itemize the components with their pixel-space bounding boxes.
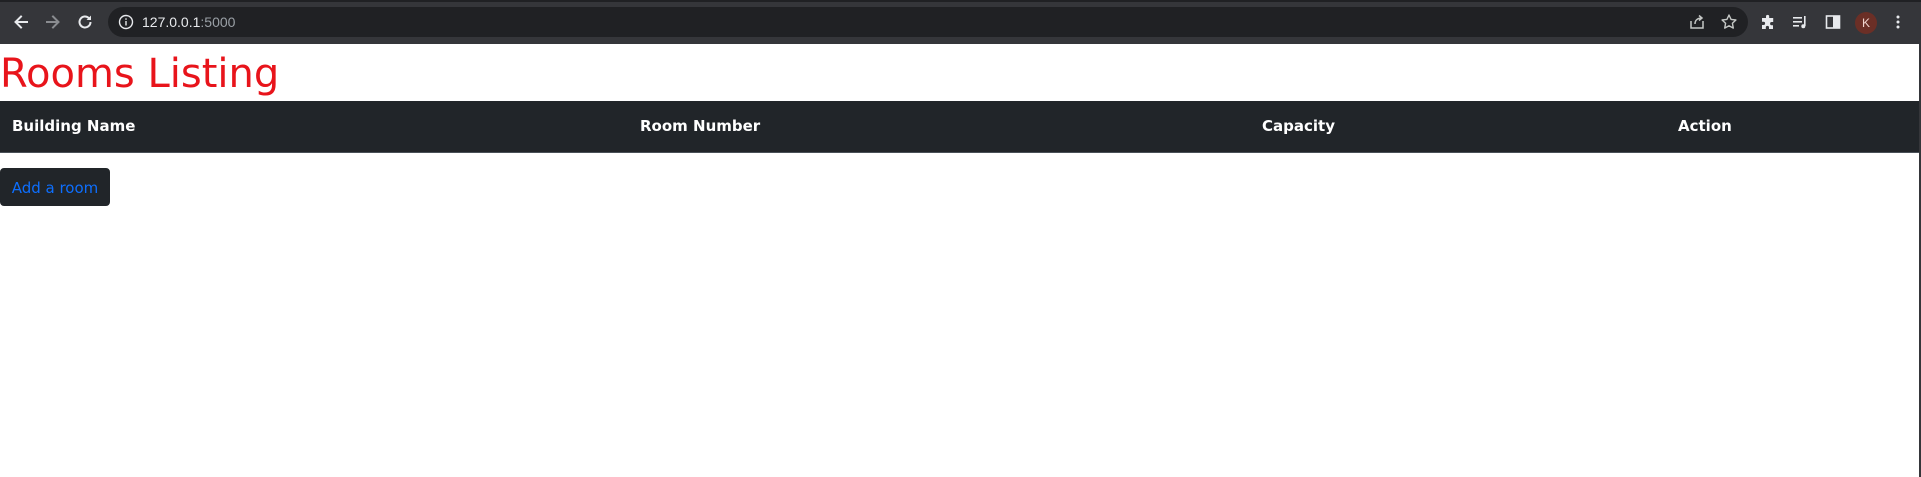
address-bar[interactable]: 127.0.0.1:5000 (108, 7, 1748, 37)
puzzle-icon[interactable] (1758, 12, 1778, 32)
forward-button[interactable] (40, 9, 66, 35)
url-text[interactable]: 127.0.0.1:5000 (142, 13, 235, 31)
profile-avatar[interactable]: K (1855, 12, 1877, 34)
rooms-table: Building Name Room Number Capacity Actio… (0, 101, 1919, 153)
table-header: Building Name Room Number Capacity Actio… (0, 101, 1919, 153)
reload-icon (78, 15, 92, 29)
star-icon[interactable] (1719, 12, 1739, 32)
arrow-left-icon (14, 15, 28, 29)
column-header-room-number: Room Number (628, 101, 1250, 153)
column-header-capacity: Capacity (1250, 101, 1666, 153)
reload-button[interactable] (72, 9, 98, 35)
column-header-building-name: Building Name (0, 101, 628, 153)
media-queue-icon[interactable] (1790, 12, 1810, 32)
tab-strip (0, 0, 1921, 2)
add-room-button[interactable]: Add a room (0, 168, 110, 206)
arrow-right-icon (46, 15, 60, 29)
browser-toolbar: 127.0.0.1:5000 K (0, 0, 1921, 44)
url-port: :5000 (200, 14, 236, 30)
share-icon[interactable] (1687, 12, 1707, 32)
side-panel-icon[interactable] (1823, 12, 1843, 32)
page-title: Rooms Listing (0, 51, 280, 97)
back-button[interactable] (8, 9, 34, 35)
column-header-action: Action (1666, 101, 1919, 153)
table-header-row: Building Name Room Number Capacity Actio… (0, 101, 1919, 153)
kebab-menu-icon[interactable] (1888, 12, 1908, 32)
url-host: 127.0.0.1 (142, 14, 201, 30)
page-content: Rooms Listing Building Name Room Number … (0, 44, 1921, 477)
info-icon[interactable] (118, 14, 134, 30)
